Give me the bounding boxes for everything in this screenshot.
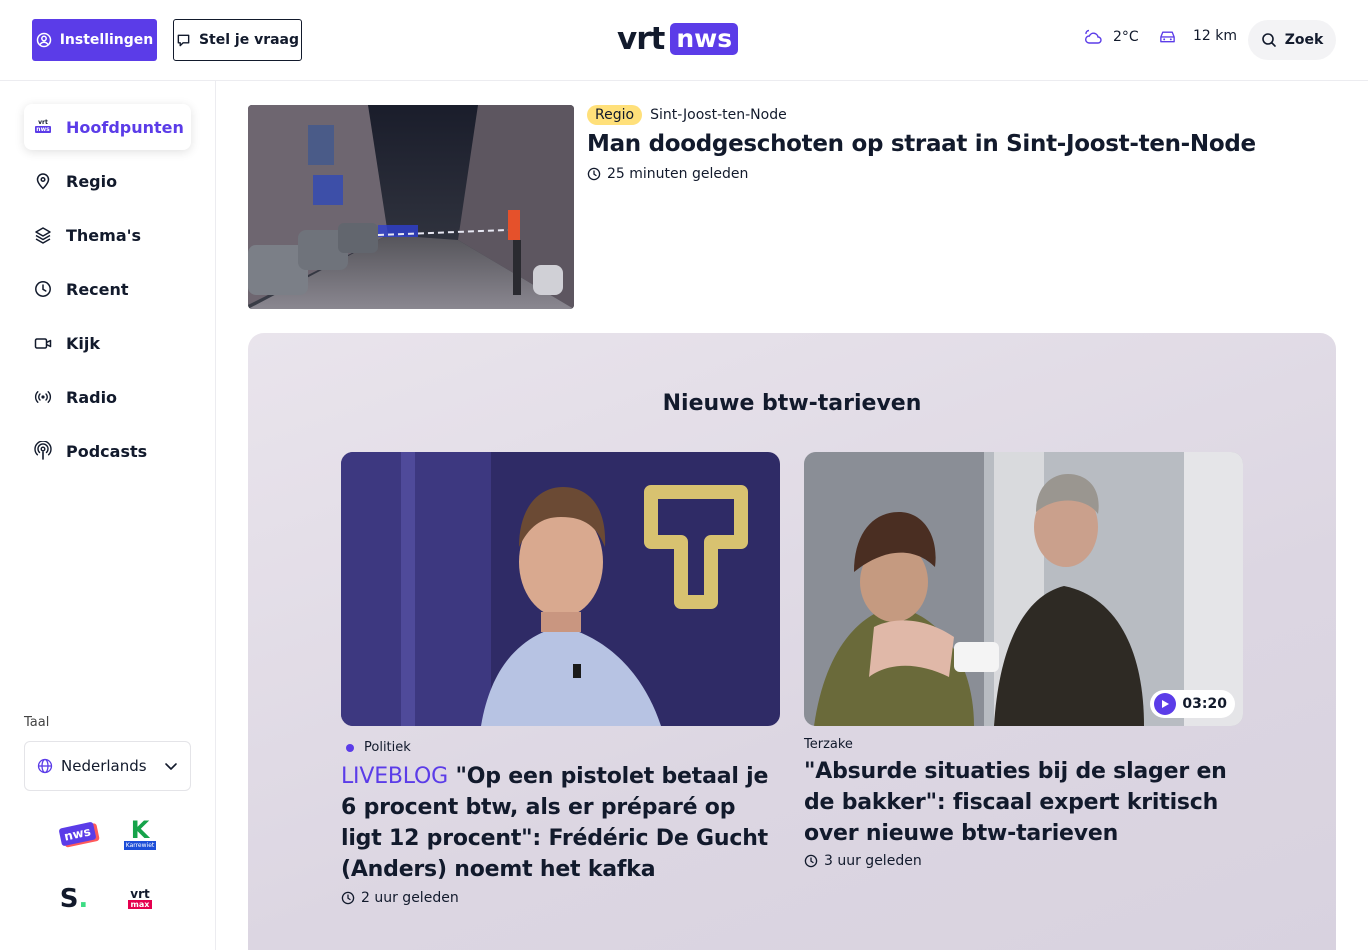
traffic-value: 12 km: [1193, 28, 1238, 44]
sidebar-item-label: Podcasts: [66, 441, 148, 461]
user-circle-icon: [36, 32, 51, 48]
feature-section: Nieuwe btw-tarieven 03:20 Politiek LIVEB…: [248, 333, 1336, 950]
feature-card-category-text: Politiek: [364, 740, 411, 755]
search-label: Zoek: [1284, 32, 1324, 48]
brand-ketnet-sub: Karrewiet: [123, 840, 157, 850]
brand-vrtmax-link[interactable]: vrt max: [120, 879, 160, 919]
language-value: Nederlands: [61, 757, 147, 775]
sidebar-item-podcasts[interactable]: Podcasts: [24, 428, 191, 474]
sidebar-item-label: Thema's: [66, 225, 142, 245]
lead-article-image[interactable]: [248, 105, 574, 309]
brand-sporza-link[interactable]: S.: [54, 879, 94, 919]
brand-vrtmax-top: vrt: [130, 887, 150, 901]
globe-icon: [37, 758, 53, 774]
settings-button[interactable]: Instellingen: [32, 19, 157, 61]
feature-card-category: Terzake: [804, 737, 853, 752]
logo-nws-text: nws: [670, 23, 739, 55]
chat-bubble-icon: [177, 34, 190, 46]
vrt-nws-logo-icon: vrt nws: [34, 118, 52, 136]
traffic-widget[interactable]: 12 km: [1158, 28, 1237, 44]
mini-logo-vrt: vrt: [38, 119, 48, 126]
weather-widget[interactable]: 2°C: [1083, 28, 1139, 46]
ask-question-button[interactable]: Stel je vraag: [173, 19, 302, 61]
brand-nws-logo: nws: [58, 821, 96, 847]
top-header: Instellingen Stel je vraag vrt nws 2°C 1…: [0, 0, 1368, 81]
sidebar-item-label: Recent: [66, 279, 129, 299]
video-duration-badge: 03:20: [1150, 690, 1235, 718]
clock-icon: [341, 891, 355, 905]
live-dot-icon: [346, 743, 354, 752]
cloud-moon-icon: [1085, 29, 1102, 44]
feature-title: Nieuwe btw-tarieven: [662, 391, 922, 416]
feature-card-time: 3 uur geleden: [804, 853, 922, 869]
brand-sporza-dot: .: [78, 884, 89, 914]
language-select[interactable]: Nederlands: [24, 741, 191, 791]
chevron-down-icon: [165, 763, 177, 770]
video-camera-icon: [34, 334, 52, 352]
clock-icon: [34, 280, 52, 298]
search-button[interactable]: Zoek: [1248, 20, 1336, 60]
brand-ketnet-link[interactable]: K Karrewiet: [120, 814, 160, 854]
sidebar-item-label: Hoofdpunten: [66, 117, 184, 137]
brand-ketnet-logo: K: [130, 815, 150, 844]
sidebar-item-kijk[interactable]: Kijk: [24, 320, 191, 366]
sidebar-item-radio[interactable]: Radio: [24, 374, 191, 420]
sidebar-item-label: Regio: [66, 171, 118, 191]
feature-card-title[interactable]: LIVEBLOG "Op een pistolet betaal je 6 pr…: [341, 761, 781, 885]
broadcast-icon: [34, 388, 52, 406]
clock-icon: [587, 167, 601, 181]
lead-article-meta: Regio Sint-Joost-ten-Node: [587, 105, 787, 125]
brand-nws-link[interactable]: nws: [57, 814, 97, 854]
feature-card-image[interactable]: [341, 452, 780, 726]
feature-card-time-text: 3 uur geleden: [824, 853, 922, 869]
lead-article-time: 25 minuten geleden: [587, 166, 748, 182]
sidebar-item-label: Radio: [66, 387, 118, 407]
brand-sporza-logo: S: [59, 884, 79, 914]
feature-card-category: Politiek: [346, 740, 411, 755]
liveblog-prefix: LIVEBLOG: [341, 764, 449, 789]
temperature-value: 2°C: [1113, 29, 1139, 45]
sidebar-item-label: Kijk: [66, 333, 101, 353]
layers-icon: [34, 226, 52, 244]
logo-vrt-text: vrt: [617, 21, 665, 57]
lead-article-title[interactable]: Man doodgeschoten op straat in Sint-Joos…: [587, 131, 1256, 157]
brand-vrtmax-bottom: max: [127, 900, 153, 909]
regio-badge[interactable]: Regio: [587, 105, 643, 125]
video-duration-text: 03:20: [1182, 696, 1227, 712]
sidebar-item-hoofdpunten[interactable]: vrt nws Hoofdpunten: [24, 104, 191, 150]
mini-logo-nws: nws: [35, 126, 51, 133]
feature-card-image[interactable]: 03:20: [804, 452, 1243, 726]
feature-card-time: 2 uur geleden: [341, 890, 459, 906]
ask-question-label: Stel je vraag: [198, 32, 300, 48]
clock-icon: [804, 854, 818, 868]
feature-card-title[interactable]: "Absurde situaties bij de slager en de b…: [804, 756, 1244, 849]
lead-article-time-text: 25 minuten geleden: [607, 166, 749, 182]
location-pin-icon: [34, 172, 52, 190]
play-icon[interactable]: [1154, 693, 1177, 715]
podcast-icon: [34, 441, 52, 460]
feature-card-time-text: 2 uur geleden: [361, 890, 459, 906]
lead-article-location: Sint-Joost-ten-Node: [650, 107, 787, 123]
sidebar-item-recent[interactable]: Recent: [24, 266, 191, 312]
sidebar-item-regio[interactable]: Regio: [24, 158, 191, 204]
settings-label: Instellingen: [59, 32, 154, 48]
sidebar-item-themas[interactable]: Thema's: [24, 212, 191, 258]
sidebar: vrt nws Hoofdpunten Regio Thema's Recent …: [0, 81, 216, 950]
car-icon: [1160, 31, 1175, 43]
search-icon: [1261, 33, 1276, 47]
vrt-nws-logo[interactable]: vrt nws: [617, 21, 739, 57]
language-label: Taal: [24, 715, 50, 730]
